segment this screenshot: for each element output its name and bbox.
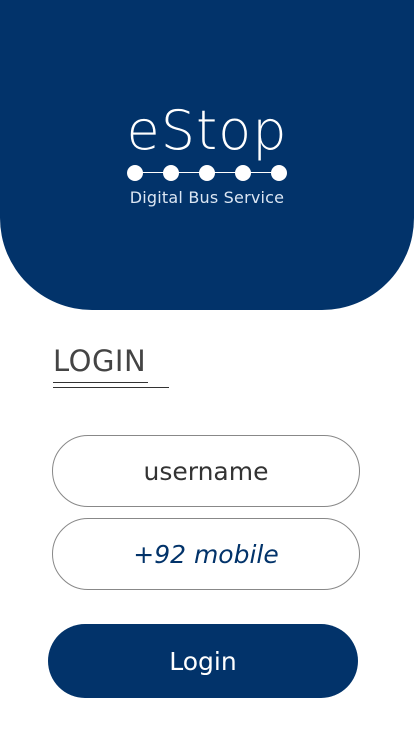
logo-wordmark: eStop	[126, 99, 288, 162]
heading-underline	[53, 387, 169, 388]
bus-route-dots-icon	[127, 164, 287, 182]
login-heading: LOGIN	[53, 344, 147, 378]
login-button[interactable]: Login	[48, 624, 358, 698]
username-field	[52, 435, 360, 507]
heading-underline	[53, 382, 148, 383]
route-dot	[235, 165, 251, 181]
login-screen: eStop Digital Bus Service LOGIN Login	[0, 0, 414, 736]
estop-logo: eStop Digital Bus Service	[0, 100, 414, 207]
route-dot	[199, 165, 215, 181]
route-dot	[127, 165, 143, 181]
mobile-field	[52, 518, 360, 590]
username-input[interactable]	[53, 436, 359, 506]
logo-tagline: Digital Bus Service	[129, 188, 285, 207]
route-dot	[271, 165, 287, 181]
mobile-input[interactable]	[53, 519, 359, 589]
brand-header: eStop Digital Bus Service	[0, 0, 414, 310]
route-dot	[163, 165, 179, 181]
